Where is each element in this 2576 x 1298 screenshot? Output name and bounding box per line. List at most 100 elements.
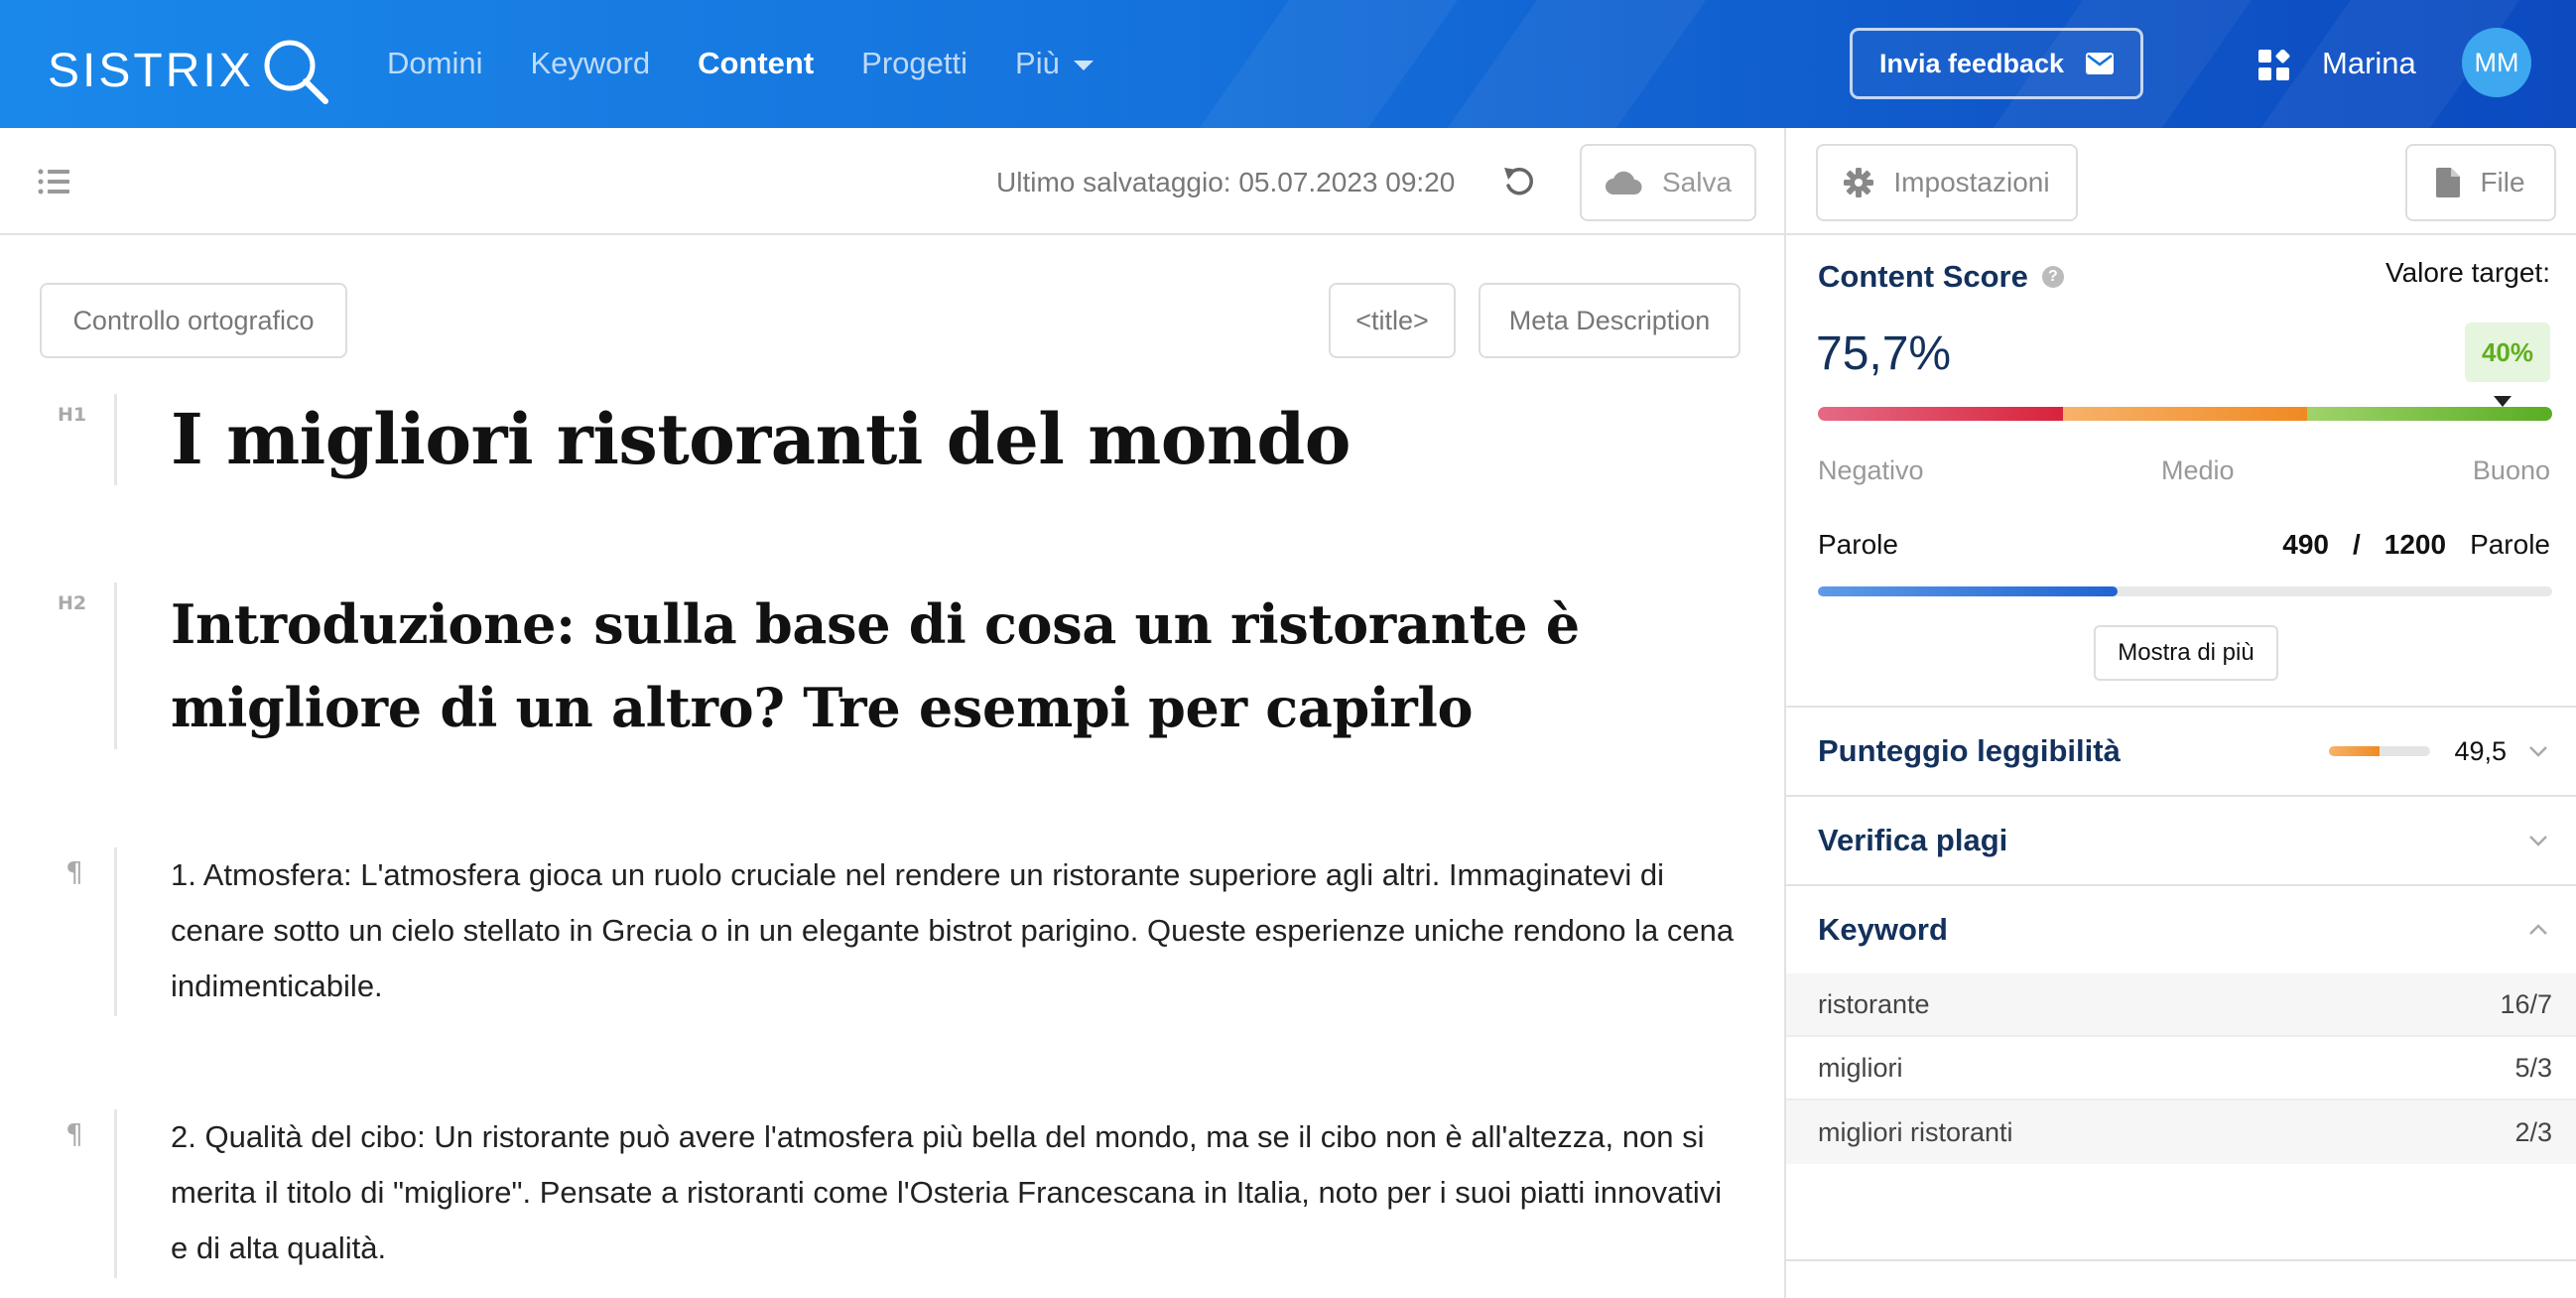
- chevron-up-icon: [2529, 924, 2547, 935]
- nav-label: Domini: [387, 46, 483, 80]
- top-navigation-bar: SISTRIX Domini Keyword Content Progetti …: [0, 0, 2576, 128]
- target-value-badge: 40%: [2465, 323, 2550, 382]
- settings-button[interactable]: Impostazioni: [1816, 144, 2078, 221]
- readability-bar: [2329, 746, 2431, 756]
- heading-h1[interactable]: I migliori ristoranti del mondo: [171, 394, 1744, 485]
- gear-icon: [1844, 168, 1874, 197]
- plagiarism-title: Verifica plagi: [1818, 823, 2008, 857]
- nav-label: Content: [698, 46, 815, 80]
- last-saved-status: Ultimo salvataggio: 05.07.2023 09:20: [996, 167, 1456, 197]
- block-rule: [114, 394, 117, 485]
- score-segment-negative: [1818, 407, 2063, 421]
- keyword-row[interactable]: ristorante 16/7: [1786, 974, 2576, 1037]
- score-segment-good: [2307, 407, 2552, 421]
- nav-label: Progetti: [861, 46, 968, 80]
- logo-text: SISTRIX: [48, 45, 254, 97]
- words-separator: /: [2352, 529, 2361, 560]
- paragraph-block[interactable]: ¶ 1. Atmosfera: L'atmosfera gioca un ruo…: [58, 847, 1744, 1016]
- nav-item-keyword[interactable]: Keyword: [530, 44, 650, 83]
- block-rule: [114, 847, 117, 1016]
- magnifier-icon: [264, 40, 328, 104]
- target-value-label: Valore target:: [2384, 257, 2550, 288]
- cloud-icon: [1605, 171, 1642, 195]
- nav-item-domini[interactable]: Domini: [387, 44, 482, 83]
- readability-fill: [2329, 746, 2381, 756]
- plagiarism-section[interactable]: Verifica plagi: [1786, 795, 2576, 884]
- keyword-term: ristorante: [1818, 988, 1930, 1019]
- feedback-label: Invia feedback: [1878, 48, 2065, 78]
- keyword-count: 5/3: [2514, 1052, 2552, 1083]
- readability-section[interactable]: Punteggio leggibilità 49,5: [1786, 706, 2576, 795]
- block-type-label: H2: [58, 592, 87, 614]
- sistrix-logo[interactable]: SISTRIX: [48, 36, 331, 107]
- save-button[interactable]: Salva: [1580, 144, 1756, 221]
- paragraph-icon: ¶: [65, 1117, 83, 1150]
- save-label: Salva: [1661, 167, 1733, 197]
- h1-block[interactable]: H1 I migliori ristoranti del mondo: [58, 394, 1744, 485]
- settings-label: Impostazioni: [1893, 167, 2050, 197]
- divider: [1786, 1259, 2576, 1261]
- undo-icon[interactable]: [1500, 164, 1536, 199]
- score-marker: [2493, 396, 2512, 407]
- content-editor: Controllo ortografico <title> Meta Descr…: [0, 235, 1784, 1298]
- help-icon[interactable]: ?: [2041, 266, 2064, 288]
- readability-title: Punteggio leggibilità: [1818, 733, 2121, 768]
- words-label: Parole: [1818, 529, 1898, 560]
- word-count-row: Parole 490 / 1200 Parole: [1818, 529, 2550, 561]
- apps-grid-icon[interactable]: [2258, 50, 2290, 81]
- nav-item-piu[interactable]: Più: [1015, 44, 1094, 83]
- file-label: File: [2480, 167, 2525, 197]
- chevron-down-icon: [1073, 61, 1094, 70]
- readability-value: 49,5: [2454, 735, 2507, 766]
- avatar[interactable]: MM: [2462, 28, 2531, 97]
- keyword-count: 16/7: [2500, 988, 2552, 1019]
- meta-description-button[interactable]: Meta Description: [1479, 283, 1740, 358]
- keyword-term: migliori ristoranti: [1818, 1116, 2013, 1147]
- block-rule: [114, 1109, 117, 1278]
- nav-item-progetti[interactable]: Progetti: [861, 44, 967, 83]
- paragraph-text[interactable]: 1. Atmosfera: L'atmosfera gioca un ruolo…: [171, 847, 1744, 1014]
- chevron-down-icon: [2529, 836, 2547, 846]
- keyword-count: 2/3: [2514, 1116, 2552, 1147]
- keyword-row[interactable]: migliori 5/3: [1786, 1037, 2576, 1101]
- word-count-bar: [1818, 586, 2552, 596]
- content-score-value: 75,7%: [1816, 327, 1952, 380]
- chevron-down-icon: [2529, 746, 2547, 757]
- paragraph-text[interactable]: 2. Qualità del cibo: Un ristorante può a…: [171, 1109, 1744, 1276]
- scale-label-medium: Medio: [2161, 455, 2235, 485]
- content-score-label: Content Score: [1818, 259, 2028, 294]
- content-score-panel: Impostazioni File Content Score ? Valore…: [1784, 128, 2576, 1298]
- feedback-button[interactable]: Invia feedback: [1850, 28, 2143, 99]
- paragraph-block[interactable]: ¶ 2. Qualità del cibo: Un ristorante può…: [58, 1109, 1744, 1278]
- paragraph-icon: ¶: [65, 855, 83, 888]
- content-score-heading: Content Score ?: [1818, 259, 2064, 295]
- word-count-values: 490 / 1200: [2282, 529, 2446, 561]
- spellcheck-button[interactable]: Controllo ortografico: [40, 283, 347, 358]
- heading-h2[interactable]: Introduzione: sulla base di cosa un rist…: [171, 583, 1744, 749]
- block-type-label: H1: [58, 404, 87, 426]
- keyword-term: migliori: [1818, 1052, 1903, 1083]
- h2-block[interactable]: H2 Introduzione: sulla base di cosa un r…: [58, 583, 1744, 749]
- title-tag-button[interactable]: <title>: [1329, 283, 1456, 358]
- block-rule: [114, 583, 117, 749]
- words-current: 490: [2282, 529, 2329, 560]
- nav-label: Più: [1015, 46, 1060, 80]
- envelope-icon: [2086, 53, 2115, 74]
- editor-toolbar: Ultimo salvataggio: 05.07.2023 09:20 Sal…: [0, 128, 1784, 235]
- words-target: 1200: [2383, 529, 2447, 560]
- nav-label: Keyword: [530, 46, 651, 80]
- panel-toolbar: Impostazioni File: [1786, 128, 2576, 235]
- user-name[interactable]: Marina: [2322, 44, 2416, 83]
- keyword-row[interactable]: migliori ristoranti 2/3: [1786, 1101, 2576, 1164]
- content-score-bar: [1818, 407, 2552, 421]
- header-decoration: [1411, 0, 1735, 128]
- scale-label-negative: Negativo: [1818, 455, 1924, 485]
- nav-item-content[interactable]: Content: [698, 44, 814, 83]
- list-icon[interactable]: [38, 168, 71, 195]
- keyword-section[interactable]: Keyword: [1786, 884, 2576, 974]
- scale-label-good: Buono: [2472, 455, 2550, 485]
- file-button[interactable]: File: [2405, 144, 2556, 221]
- word-count-fill: [1818, 586, 2119, 596]
- show-more-button[interactable]: Mostra di più: [2094, 625, 2278, 681]
- file-icon: [2436, 168, 2461, 197]
